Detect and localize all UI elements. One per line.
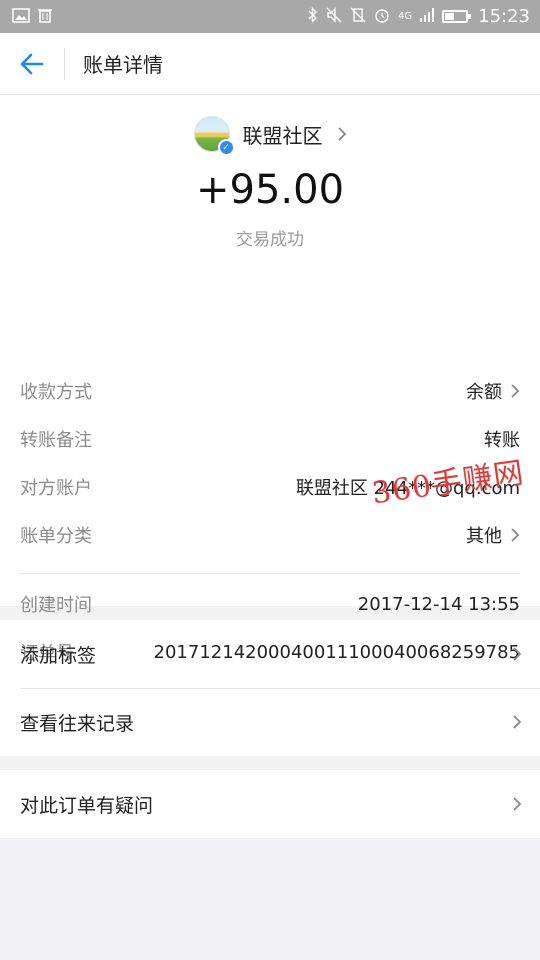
- signal-icon: [420, 8, 435, 25]
- list-item-label: 添加标签: [20, 644, 97, 667]
- detail-label: 转账备注: [20, 430, 92, 451]
- detail-row-payment-method[interactable]: 收款方式 余额: [0, 367, 540, 415]
- order-question-item[interactable]: 对此订单有疑问: [0, 770, 540, 838]
- vibrate-off-icon: [350, 7, 366, 26]
- add-tag-item[interactable]: 添加标签: [0, 620, 540, 688]
- detail-label: 收款方式: [20, 382, 92, 403]
- chevron-right-icon: [511, 384, 520, 398]
- merchant-name: 联盟社区: [242, 123, 323, 148]
- page-title: 账单详情: [83, 53, 163, 77]
- avatar: ✓: [193, 116, 235, 156]
- network-type: 4G: [398, 11, 413, 22]
- app-bar: 账单详情: [0, 33, 540, 95]
- alarm-icon: [374, 7, 390, 26]
- appbar-divider: [64, 47, 65, 80]
- chevron-right-icon: [513, 715, 522, 729]
- detail-value: 其他: [466, 526, 502, 547]
- back-arrow-icon: [20, 53, 44, 74]
- meta-label: 创建时间: [20, 595, 92, 616]
- detail-row-category[interactable]: 账单分类 其他: [0, 511, 540, 559]
- chevron-right-icon: [513, 647, 522, 661]
- action-list: 添加标签 查看往来记录: [0, 620, 540, 756]
- bluetooth-icon: [308, 6, 318, 26]
- trash-icon: [38, 7, 52, 26]
- mute-icon: [326, 7, 342, 26]
- status-time: 15:23: [478, 6, 530, 27]
- list-item-label: 对此订单有疑问: [20, 794, 154, 817]
- view-history-item[interactable]: 查看往来记录: [0, 688, 540, 756]
- image-icon: [12, 7, 30, 26]
- transaction-status: 交易成功: [236, 230, 304, 250]
- chevron-right-icon: [511, 528, 520, 542]
- section-divider: [20, 573, 520, 574]
- detail-label: 对方账户: [20, 478, 92, 499]
- bill-summary-card: ✓ 联盟社区 +95.00 交易成功 收款方式 余额 转账备注 转账 对方账户 …: [0, 95, 540, 664]
- section-gap: [0, 756, 540, 770]
- chevron-right-icon: [337, 127, 346, 141]
- transaction-amount: +95.00: [195, 167, 345, 213]
- merchant-header[interactable]: ✓ 联盟社区: [0, 115, 540, 156]
- support-list: 对此订单有疑问: [0, 770, 540, 838]
- list-item-label: 查看往来记录: [20, 712, 135, 735]
- verified-badge-icon: ✓: [217, 139, 235, 156]
- detail-label: 账单分类: [20, 526, 92, 547]
- detail-value: 余额: [466, 382, 502, 403]
- status-bar: 4G 15:23: [0, 0, 540, 33]
- back-button[interactable]: [0, 33, 64, 95]
- battery-icon: [442, 10, 472, 23]
- meta-value: 2017-12-14 13:55: [357, 593, 520, 615]
- chevron-right-icon: [513, 797, 522, 811]
